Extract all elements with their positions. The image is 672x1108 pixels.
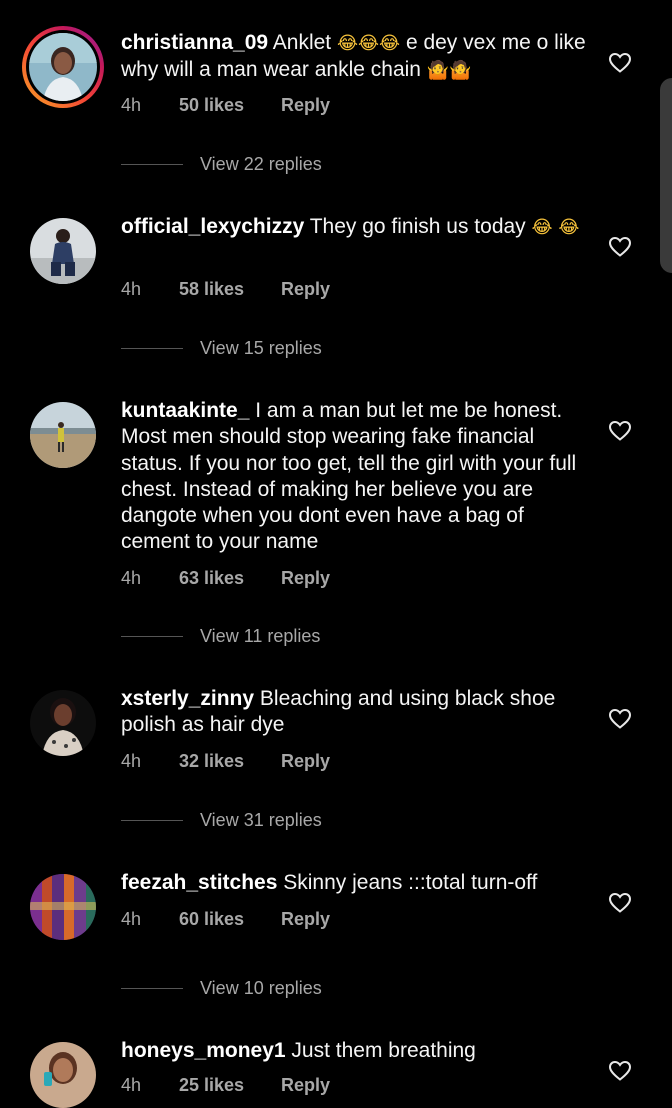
view-replies-label[interactable]: View 10 replies — [200, 977, 322, 999]
replies-divider — [121, 820, 183, 821]
likes-count[interactable]: 25 likes — [179, 1074, 244, 1096]
reply-button[interactable]: Reply — [281, 567, 330, 589]
username[interactable]: feezah_stitches — [121, 871, 277, 894]
replies-divider — [121, 636, 183, 637]
heart-outline-icon[interactable] — [608, 419, 632, 443]
likes-count[interactable]: 32 likes — [179, 750, 244, 772]
avatar-image — [29, 33, 97, 101]
laughing-emoji: 😂 — [558, 217, 580, 238]
reply-button[interactable]: Reply — [281, 278, 330, 300]
heart-outline-icon[interactable] — [608, 891, 632, 915]
view-replies-label[interactable]: View 15 replies — [200, 337, 322, 359]
avatar-feezah_stitches[interactable] — [30, 874, 96, 940]
heart-outline-icon[interactable] — [608, 235, 632, 259]
reply-button[interactable]: Reply — [281, 94, 330, 116]
avatar-official_lexychizzy[interactable] — [30, 218, 96, 284]
scrollbar-handle[interactable] — [660, 78, 672, 273]
comment-text: Just them breathing — [291, 1039, 476, 1062]
comment-time: 4h — [121, 1075, 142, 1095]
comments-list: christianna_09 Anklet 😂😂😂 e dey vex me o… — [0, 0, 672, 1108]
comment-time: 4h — [121, 751, 142, 771]
replies-divider — [121, 164, 183, 165]
comment-text: Skinny jeans :::total turn-off — [283, 871, 538, 894]
replies-divider — [121, 988, 183, 989]
avatar-christianna_09[interactable] — [22, 26, 104, 108]
heart-outline-icon[interactable] — [608, 1059, 632, 1083]
avatar-image — [30, 218, 96, 284]
reply-button[interactable]: Reply — [281, 908, 330, 930]
view-replies-button[interactable]: View 22 replies — [121, 153, 421, 175]
comment-text: Anklet — [272, 31, 332, 54]
laughing-emoji: 😂 — [531, 217, 553, 238]
reply-button[interactable]: Reply — [281, 750, 330, 772]
heart-outline-icon[interactable] — [608, 51, 632, 75]
avatar-image — [30, 874, 96, 940]
view-replies-button[interactable]: View 31 replies — [121, 809, 421, 831]
comment-text: I am a man but let me be honest. Most me… — [121, 399, 577, 554]
laughing-emoji: 😂😂😂 — [336, 33, 401, 54]
heart-outline-icon[interactable] — [608, 707, 632, 731]
view-replies-button[interactable]: View 15 replies — [121, 337, 421, 359]
view-replies-label[interactable]: View 31 replies — [200, 809, 322, 831]
avatar-image — [30, 1042, 96, 1108]
view-replies-button[interactable]: View 10 replies — [121, 977, 421, 999]
username[interactable]: kuntaakinte_ — [121, 399, 249, 422]
username[interactable]: xsterly_zinny — [121, 687, 254, 710]
view-replies-label[interactable]: View 11 replies — [200, 625, 320, 647]
reply-button[interactable]: Reply — [281, 1074, 330, 1096]
avatar-image — [30, 402, 96, 468]
likes-count[interactable]: 63 likes — [179, 567, 244, 589]
likes-count[interactable]: 50 likes — [179, 94, 244, 116]
comment-time: 4h — [121, 279, 142, 299]
username[interactable]: christianna_09 — [121, 31, 268, 54]
avatar-kuntaakinte_[interactable] — [30, 402, 96, 468]
username[interactable]: official_lexychizzy — [121, 215, 304, 238]
comment-time: 4h — [121, 568, 142, 588]
comment-time: 4h — [121, 909, 142, 929]
username[interactable]: honeys_money1 — [121, 1039, 286, 1062]
likes-count[interactable]: 58 likes — [179, 278, 244, 300]
shrug-emoji: 🤷🤷 — [426, 60, 472, 82]
comment-text: They go finish us today — [309, 215, 526, 238]
comment-time: 4h — [121, 95, 142, 115]
replies-divider — [121, 348, 183, 349]
likes-count[interactable]: 60 likes — [179, 908, 244, 930]
view-replies-label[interactable]: View 22 replies — [200, 153, 322, 175]
avatar-image — [30, 690, 96, 756]
avatar-xsterly_zinny[interactable] — [30, 690, 96, 756]
avatar-honeys_money1[interactable] — [30, 1042, 96, 1108]
view-replies-button[interactable]: View 11 replies — [121, 625, 421, 647]
